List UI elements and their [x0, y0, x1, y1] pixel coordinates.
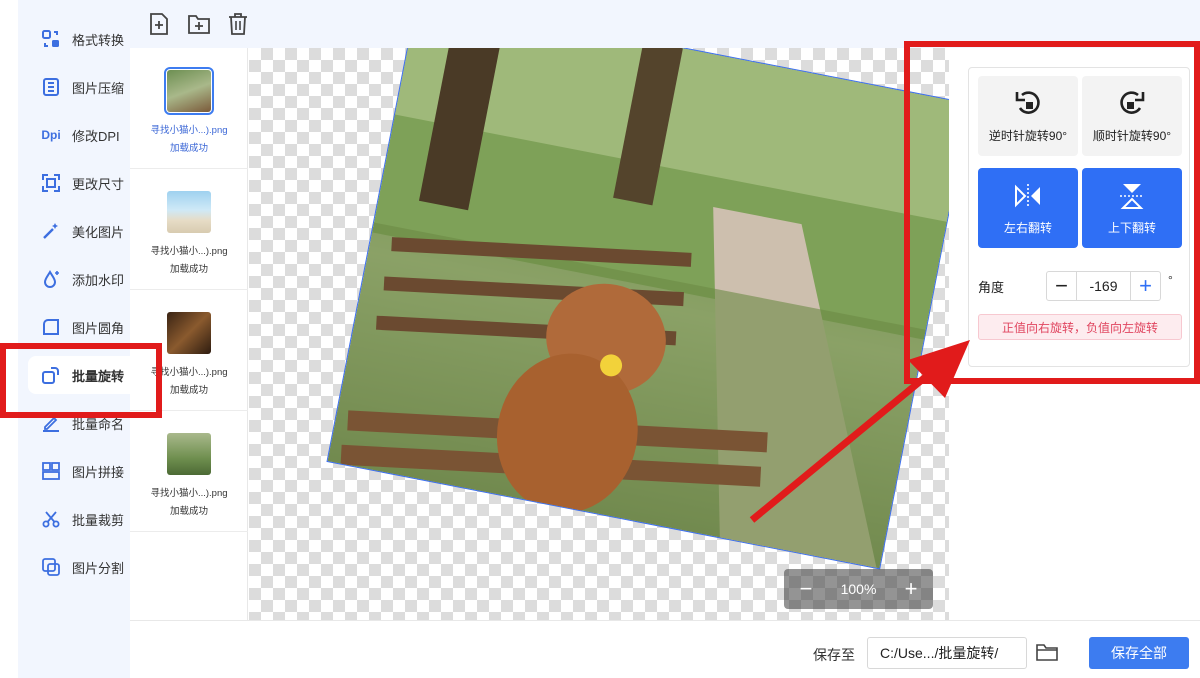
- thumbnail-name: 寻找小猫小...).png: [150, 488, 228, 499]
- annotation-highlight-sidebar: [0, 343, 162, 418]
- add-folder-icon[interactable]: [187, 12, 211, 36]
- thumbnail-status: 加载成功: [169, 264, 208, 275]
- zoom-control: − 100% +: [784, 569, 933, 609]
- format-convert-icon: [40, 28, 62, 50]
- sidebar: 格式转换 图片压缩 Dpi 修改DPI 更改尺寸 美化图片 添加水印 图片圆角 …: [0, 0, 140, 678]
- sidebar-item-split[interactable]: 图片分割: [28, 548, 140, 586]
- crop-icon: [40, 508, 62, 530]
- beautify-icon: [40, 220, 62, 242]
- sidebar-item-label: 图片圆角: [72, 320, 125, 336]
- sidebar-item-label: 修改DPI: [72, 128, 120, 144]
- sidebar-item-watermark[interactable]: 添加水印: [28, 260, 140, 298]
- sidebar-item-compress[interactable]: 图片压缩: [28, 68, 140, 106]
- bottom-bar: 保存至 C:/Use.../批量旋转/ 保存全部: [130, 620, 1200, 678]
- sidebar-item-dpi[interactable]: Dpi 修改DPI: [28, 116, 140, 154]
- compress-icon: [40, 76, 62, 98]
- sidebar-item-label: 格式转换: [72, 32, 125, 48]
- thumbnail-image: [167, 312, 211, 354]
- sidebar-item-batch-crop[interactable]: 批量裁剪: [28, 500, 140, 538]
- sidebar-item-collage[interactable]: 图片拼接: [28, 452, 140, 490]
- zoom-level: 100%: [840, 581, 877, 597]
- sidebar-item-label: 美化图片: [72, 224, 125, 240]
- sidebar-item-round-corner[interactable]: 图片圆角: [28, 308, 140, 346]
- thumbnail-image: [167, 191, 211, 233]
- thumbnail-name: 寻找小猫小...).png: [150, 246, 228, 257]
- save-to-label: 保存至: [813, 647, 855, 663]
- thumbnail-name: 寻找小猫小...).png: [150, 125, 228, 136]
- thumbnail-item[interactable]: 寻找小猫小...).png 加载成功: [130, 169, 248, 290]
- thumbnail-image: [167, 433, 211, 475]
- sidebar-item-beautify[interactable]: 美化图片: [28, 212, 140, 250]
- thumbnail-status: 加载成功: [169, 506, 208, 517]
- round-corner-icon: [40, 316, 62, 338]
- folder-icon[interactable]: [1036, 642, 1058, 664]
- zoom-out-button[interactable]: −: [796, 578, 816, 600]
- resize-icon: [40, 172, 62, 194]
- collage-icon: [40, 460, 62, 482]
- save-path-field[interactable]: C:/Use.../批量旋转/: [867, 637, 1027, 669]
- thumbnail-image: [164, 67, 214, 115]
- sidebar-item-label: 更改尺寸: [72, 176, 125, 192]
- annotation-arrow: [749, 340, 970, 523]
- thumbnail-item[interactable]: 寻找小猫小...).png 加载成功: [130, 48, 248, 169]
- add-file-icon[interactable]: [148, 12, 172, 36]
- split-icon: [40, 556, 62, 578]
- sidebar-item-label: 图片拼接: [72, 464, 125, 480]
- thumbnail-list: 寻找小猫小...).png 加载成功 寻找小猫小...).png 加载成功 寻找…: [130, 48, 248, 620]
- thumbnail-status: 加载成功: [169, 143, 208, 154]
- sidebar-item-label: 批量裁剪: [72, 512, 125, 528]
- sidebar-item-format-convert[interactable]: 格式转换: [28, 20, 140, 58]
- save-all-button[interactable]: 保存全部: [1089, 637, 1189, 669]
- sidebar-item-resize[interactable]: 更改尺寸: [28, 164, 140, 202]
- trash-icon[interactable]: [227, 12, 251, 36]
- sidebar-item-label: 图片压缩: [72, 80, 125, 96]
- zoom-in-button[interactable]: +: [901, 578, 921, 600]
- dpi-icon: Dpi: [41, 128, 61, 142]
- sidebar-item-label: 添加水印: [72, 272, 125, 288]
- sidebar-item-label: 图片分割: [72, 560, 125, 576]
- thumbnail-item[interactable]: 寻找小猫小...).png 加载成功: [130, 411, 248, 532]
- watermark-icon: [40, 268, 62, 290]
